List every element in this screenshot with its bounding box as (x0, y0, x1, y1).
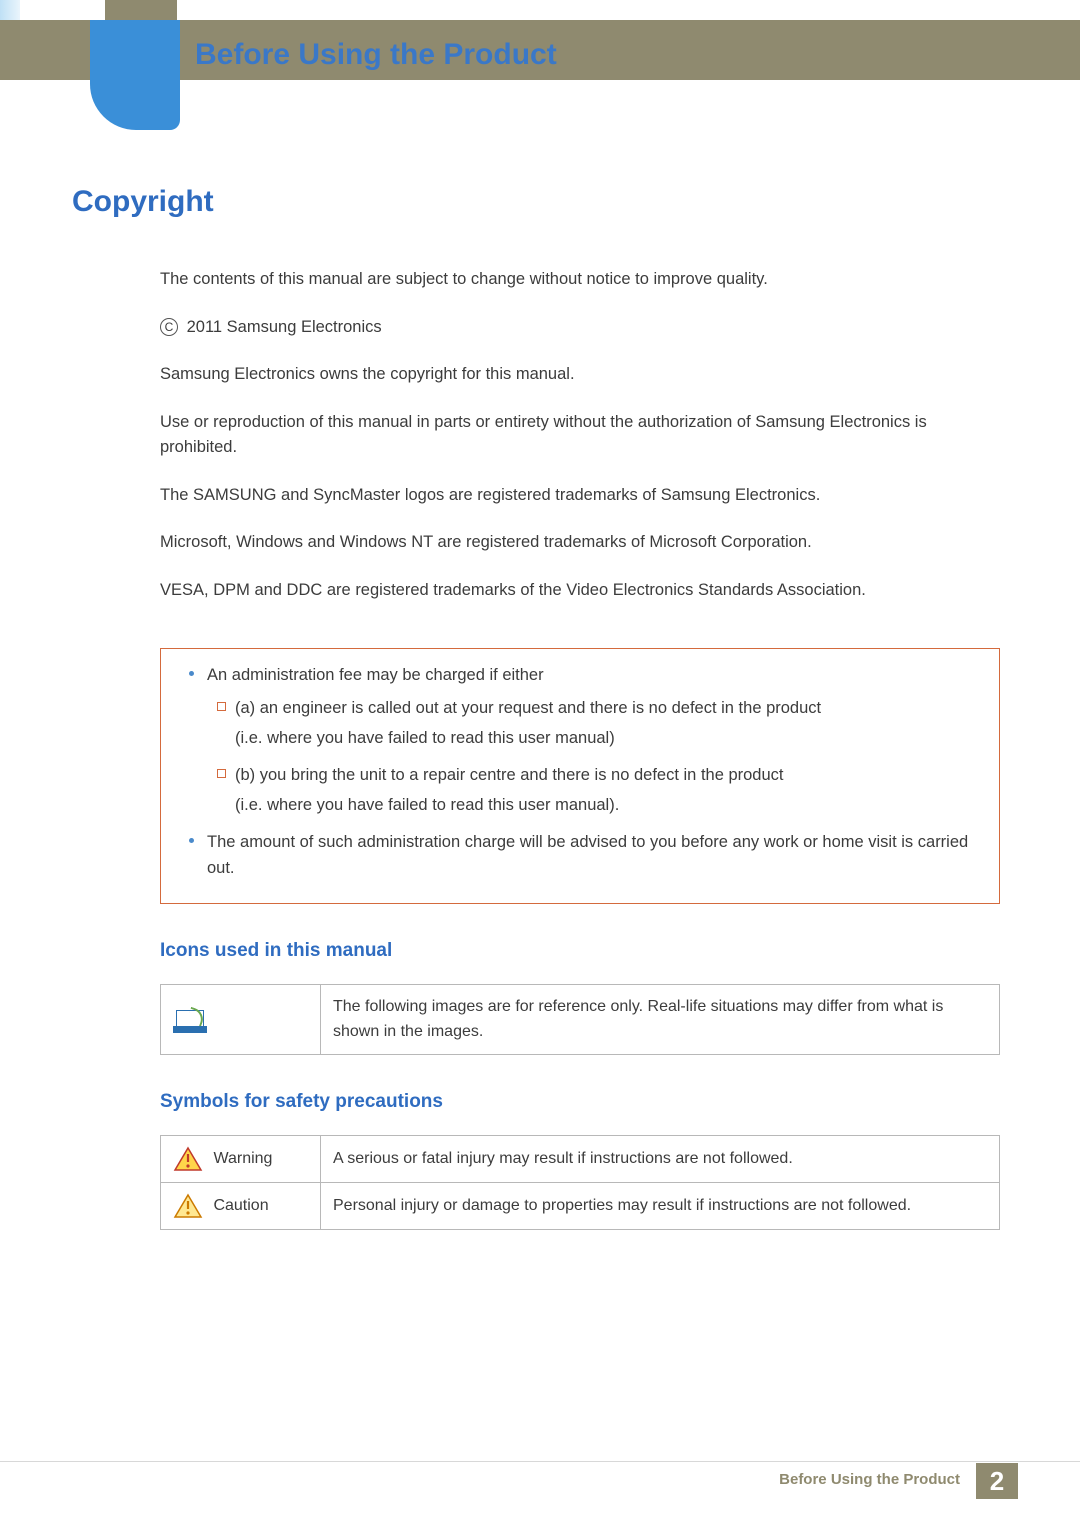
warning-triangle-icon (173, 1146, 203, 1172)
paragraph: The contents of this manual are subject … (160, 267, 1000, 293)
reference-icon-description: The following images are for reference o… (321, 984, 1000, 1055)
notice-subitem: (b) you bring the unit to a repair centr… (173, 763, 987, 789)
paragraph: VESA, DPM and DDC are registered tradema… (160, 578, 1000, 604)
footer-chapter-label: Before Using the Product (779, 1471, 960, 1488)
copyright-symbol-icon: C (160, 318, 178, 336)
page-number: 2 (976, 1463, 1018, 1499)
caution-label: Caution (213, 1197, 268, 1214)
symbols-table: Warning A serious or fatal injury may re… (160, 1135, 1000, 1230)
page: Before Using the Product Copyright The c… (0, 0, 1080, 1527)
caution-triangle-icon (173, 1193, 203, 1219)
copyright-line: C 2011 Samsung Electronics (160, 315, 1000, 341)
warning-label: Warning (213, 1150, 272, 1167)
notice-subitem: (a) an engineer is called out at your re… (173, 696, 987, 722)
chapter-title: Before Using the Product (195, 38, 557, 72)
caution-description: Personal injury or damage to properties … (321, 1182, 1000, 1229)
subsection-heading-symbols: Symbols for safety precautions (160, 1087, 1000, 1116)
notice-item: An administration fee may be charged if … (173, 663, 987, 689)
copyright-year-owner: 2011 Samsung Electronics (187, 318, 382, 336)
notice-item: The amount of such administration charge… (173, 830, 987, 881)
icons-table: The following images are for reference o… (160, 984, 1000, 1056)
paragraph: Microsoft, Windows and Windows NT are re… (160, 530, 1000, 556)
table-row: Warning A serious or fatal injury may re… (161, 1135, 1000, 1182)
page-footer: Before Using the Product 2 (0, 1461, 1080, 1499)
caution-symbol-cell: Caution (161, 1182, 321, 1229)
section-heading-copyright: Copyright (72, 185, 1012, 219)
content-area: Copyright The contents of this manual ar… (72, 185, 1012, 1230)
paragraph: The SAMSUNG and SyncMaster logos are reg… (160, 483, 1000, 509)
footer-divider (0, 1461, 1080, 1462)
admin-fee-notice-box: An administration fee may be charged if … (160, 648, 1000, 905)
paragraph: Use or reproduction of this manual in pa… (160, 410, 1000, 461)
warning-symbol-cell: Warning (161, 1135, 321, 1182)
body-text: The contents of this manual are subject … (160, 267, 1000, 1230)
notice-subitem-line: (i.e. where you have failed to read this… (173, 726, 987, 752)
notice-subitem-line: (i.e. where you have failed to read this… (173, 793, 987, 819)
reference-image-icon (173, 1007, 207, 1033)
table-row: Caution Personal injury or damage to pro… (161, 1182, 1000, 1229)
table-row: The following images are for reference o… (161, 984, 1000, 1055)
reference-icon-cell (161, 984, 321, 1055)
paragraph: Samsung Electronics owns the copyright f… (160, 362, 1000, 388)
warning-description: A serious or fatal injury may result if … (321, 1135, 1000, 1182)
subsection-heading-icons: Icons used in this manual (160, 936, 1000, 965)
chapter-badge (90, 20, 180, 130)
